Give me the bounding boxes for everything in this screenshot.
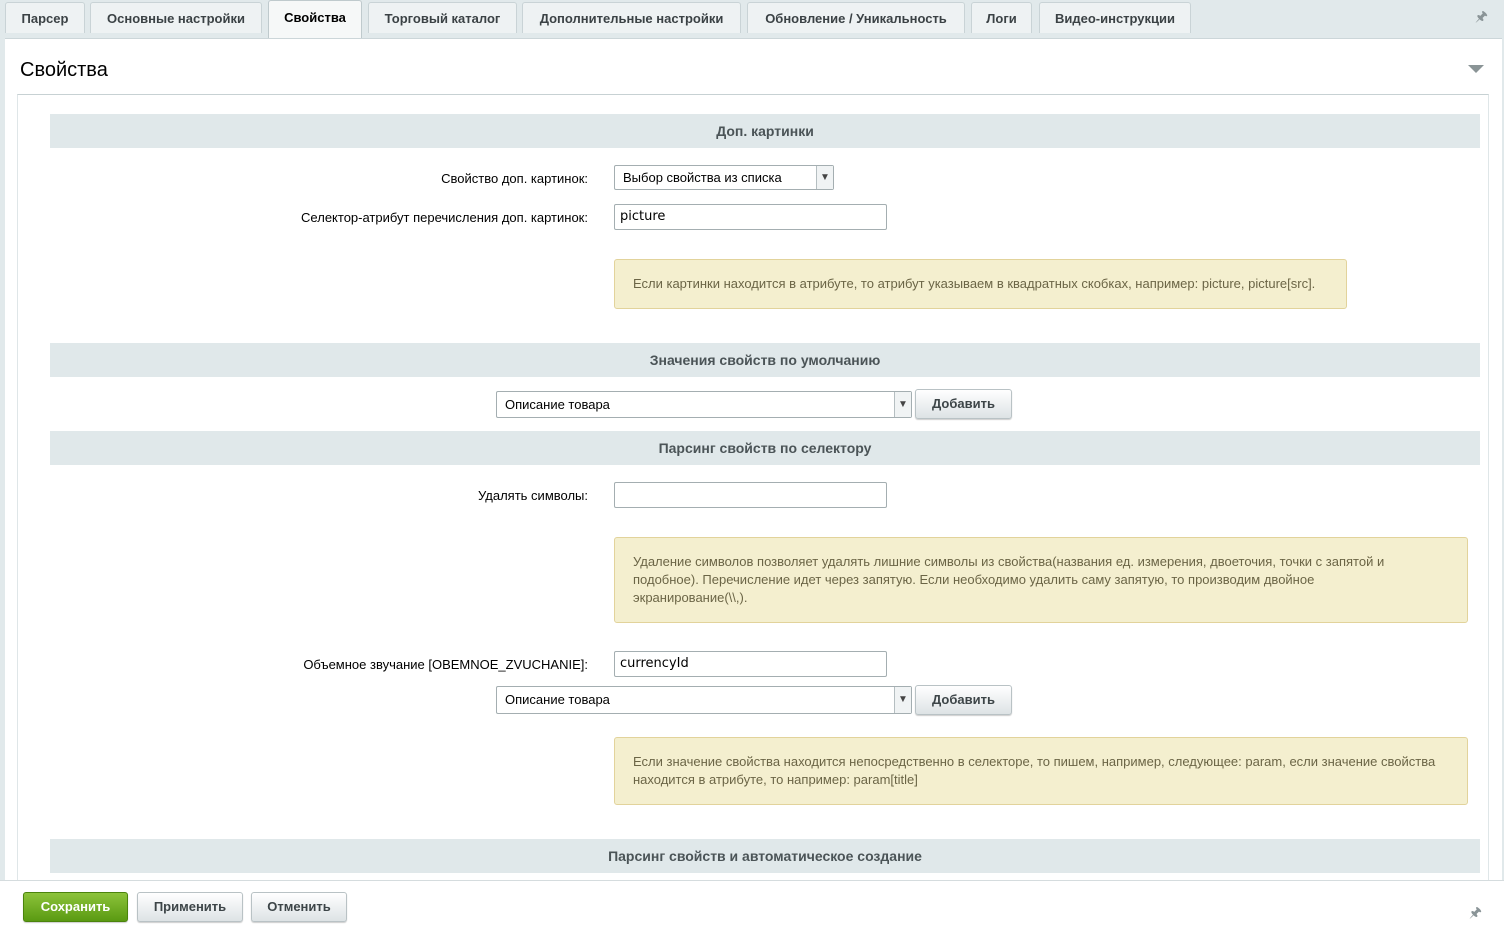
tab-properties[interactable]: Свойства [268,0,362,38]
chevron-down-icon: ▼ [816,166,833,189]
selector-value-hint: Если значение свойства находится непосре… [614,737,1468,805]
selector-parsing-add-button[interactable]: Добавить [915,685,1012,715]
footer-bar: Сохранить Применить Отменить 🖈 [0,880,1504,926]
section-extra-images: Доп. картинки [50,114,1480,148]
tab-bar: Парсер Основные настройки Свойства Торго… [0,0,1504,38]
sound-property-label: Объемное звучание [OBEMNOE_ZVUCHANIE]: [303,657,588,672]
extra-images-property-label: Свойство доп. картинок: [441,171,588,186]
remove-symbols-input[interactable] [614,482,887,508]
default-values-add-button[interactable]: Добавить [915,389,1012,419]
tab-parser[interactable]: Парсер [5,2,85,33]
tab-additional-settings[interactable]: Дополнительные настройки [522,2,741,33]
cancel-button[interactable]: Отменить [251,892,347,922]
extra-images-property-value: Выбор свойства из списка [623,170,782,185]
remove-symbols-hint-line: Удаление символов позволяет удалять лишн… [633,554,1385,569]
section-auto-create: Парсинг свойств и автоматическое создани… [50,839,1480,873]
pin-icon[interactable]: 🖈 [1475,6,1488,30]
selector-parsing-select[interactable]: Описание товара ▼ [496,686,912,714]
collapse-arrow-icon[interactable] [1468,65,1484,73]
chevron-down-icon: ▼ [894,687,911,713]
tab-update-uniqueness[interactable]: Обновление / Уникальность [747,2,965,33]
sound-property-input[interactable]: currencyId [614,651,887,677]
remove-symbols-hint: Удаление символов позволяет удалять лишн… [614,537,1468,623]
default-values-select-value: Описание товара [505,397,610,412]
chevron-down-icon: ▼ [894,392,911,417]
tab-logs[interactable]: Логи [971,2,1032,33]
extra-images-property-select[interactable]: Выбор свойства из списка ▼ [614,165,834,190]
remove-symbols-hint-line: экранирование(\\,). [633,590,748,605]
page-title: Свойства [20,59,108,81]
section-selector-parsing: Парсинг свойств по селектору [50,431,1480,465]
tab-main-settings[interactable]: Основные настройки [90,2,262,33]
extra-images-selector-input[interactable]: picture [614,204,887,230]
apply-button[interactable]: Применить [137,892,243,922]
selector-value-hint-line: находится в атрибуте, то например: param… [633,772,918,787]
remove-symbols-hint-line: подобное). Перечисление идет через запят… [633,572,1315,587]
section-default-values: Значения свойств по умолчанию [50,343,1480,377]
extra-images-hint-text: Если картинки находится в атрибуте, то а… [633,276,1316,291]
properties-form: Доп. картинки Свойство доп. картинок: Вы… [17,94,1489,885]
tab-trade-catalog[interactable]: Торговый каталог [368,2,517,33]
tab-video-instructions[interactable]: Видео-инструкции [1039,2,1191,33]
remove-symbols-label: Удалять символы: [478,488,588,503]
selector-parsing-select-value: Описание товара [505,692,610,707]
default-values-select[interactable]: Описание товара ▼ [496,391,912,418]
extra-images-selector-label: Селектор-атрибут перечисления доп. карти… [301,210,588,225]
extra-images-hint: Если картинки находится в атрибуте, то а… [614,259,1347,309]
selector-value-hint-line: Если значение свойства находится непосре… [633,754,1436,769]
main-panel: Свойства Доп. картинки Свойство доп. кар… [5,38,1502,885]
save-button[interactable]: Сохранить [23,892,128,922]
footer-pin-icon[interactable]: 🖈 [1469,902,1482,926]
